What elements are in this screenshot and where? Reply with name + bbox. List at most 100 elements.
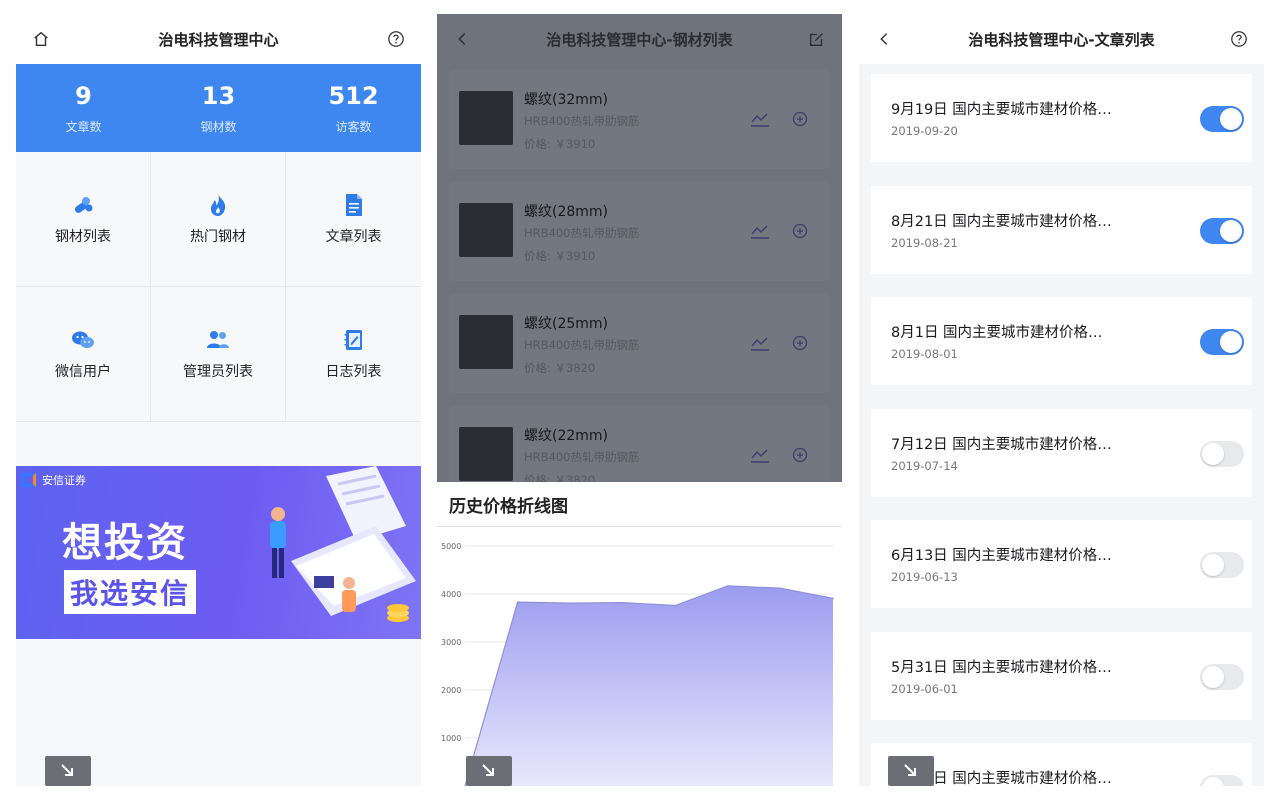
product-item[interactable]: 螺纹(25mm) HRB400热轧带肋钢筋 价格: ￥3820 [449, 293, 830, 393]
article-date: 2019-08-01 [891, 347, 958, 361]
data-point [621, 601, 624, 604]
publish-toggle[interactable] [1200, 664, 1244, 690]
article-title: 5月31日 国内主要城市建材价格… [891, 660, 1112, 676]
y-tick-label: 2000 [441, 686, 461, 695]
notebook-icon [344, 330, 362, 350]
back-icon[interactable] [453, 30, 471, 48]
product-item[interactable]: 螺纹(28mm) HRB400热轧带肋钢筋 价格: ￥3910 [449, 181, 830, 281]
edit-icon[interactable] [808, 30, 826, 48]
article-item[interactable]: 9月19日 国内主要城市建材价格… 2019-09-20 [871, 74, 1252, 162]
expand-button[interactable] [466, 756, 512, 786]
trend-chart-icon[interactable] [750, 335, 770, 351]
add-circle-icon[interactable] [792, 223, 808, 239]
document-icon [345, 194, 362, 216]
banner-headline: 想投资 [62, 520, 188, 566]
expand-button[interactable] [888, 756, 934, 786]
article-date: 2019-07-14 [891, 459, 958, 473]
menu-article-list[interactable]: 文章列表 [286, 152, 421, 287]
article-item[interactable]: 8月1日 国内主要城市建材价格… 2019-08-01 [871, 297, 1252, 385]
header: 治电科技管理中心-钢材列表 [437, 14, 842, 64]
article-item[interactable]: 8月21日 国内主要城市建材价格… 2019-08-21 [871, 186, 1252, 274]
article-title: 6月13日 国内主要城市建材价格… [891, 548, 1112, 564]
add-circle-icon[interactable] [792, 447, 808, 463]
product-item[interactable]: 螺纹(32mm) HRB400热轧带肋钢筋 价格: ￥3910 [449, 69, 830, 169]
product-thumbnail [459, 315, 513, 369]
menu-label: 微信用户 [55, 364, 111, 380]
stat-label: 文章数 [65, 119, 102, 134]
users-icon [207, 331, 229, 348]
ad-banner[interactable]: 安信证券 想投资 我选安信 [16, 466, 421, 639]
price-history-chart: 1000 2000 3000 4000 5000 [441, 542, 834, 786]
brand-name: 安信证券 [42, 474, 86, 487]
brand-logo: 安信证券 [22, 472, 86, 488]
article-item[interactable]: 5月31日 国内主要城市建材价格… 2019-06-01 [871, 632, 1252, 720]
menu-hot-steel[interactable]: 热门钢材 [151, 152, 286, 287]
back-icon[interactable] [875, 30, 893, 48]
product-spec: HRB400热轧带肋钢筋 [524, 338, 640, 352]
pills-icon [74, 197, 93, 213]
home-icon[interactable] [32, 30, 50, 48]
publish-toggle[interactable] [1200, 441, 1244, 467]
price-chart-sheet: 历史价格折线图 1000 2000 3000 4000 5000 [437, 482, 842, 786]
banner-subline: 我选安信 [64, 570, 197, 614]
product-price: 价格: ￥3820 [524, 361, 596, 375]
y-tick-label: 3000 [441, 638, 461, 647]
menu-grid: 钢材列表 热门钢材 文章列表 微信用户 管理员列表 日志列表 [16, 152, 421, 422]
product-price: 价格: ￥3910 [524, 137, 596, 151]
add-circle-icon[interactable] [792, 111, 808, 127]
product-price: 价格: ￥3910 [524, 249, 596, 263]
product-name: 螺纹(25mm) [524, 316, 609, 332]
trend-chart-icon[interactable] [750, 223, 770, 239]
product-name: 螺纹(22mm) [524, 428, 609, 444]
article-item[interactable]: 7月12日 国内主要城市建材价格… 2019-07-14 [871, 409, 1252, 497]
data-point [727, 585, 729, 587]
menu-admin-list[interactable]: 管理员列表 [151, 287, 286, 422]
stats-bar: 9 文章数 13 钢材数 512 访客数 [16, 64, 421, 152]
product-thumbnail [459, 427, 513, 481]
article-item[interactable]: 6月13日 国内主要城市建材价格… 2019-06-13 [871, 520, 1252, 608]
header: 治电科技管理中心 [16, 14, 421, 64]
stat-articles[interactable]: 9 文章数 [16, 64, 151, 152]
trend-chart-icon[interactable] [750, 447, 770, 463]
expand-arrow-icon [904, 764, 916, 776]
help-icon[interactable] [387, 30, 405, 48]
expand-arrow-icon [61, 764, 73, 776]
product-spec: HRB400热轧带肋钢筋 [524, 450, 640, 464]
steel-list-panel: 治电科技管理中心-钢材列表 螺纹(32mm) HRB400热轧带肋钢筋 价格: … [437, 14, 842, 786]
data-point [516, 601, 519, 603]
publish-toggle[interactable] [1200, 552, 1244, 578]
add-circle-icon[interactable] [792, 335, 808, 351]
menu-log-list[interactable]: 日志列表 [286, 287, 421, 422]
steel-list-dimmed: 治电科技管理中心-钢材列表 螺纹(32mm) HRB400热轧带肋钢筋 价格: … [437, 14, 842, 505]
spacer [16, 422, 421, 466]
stat-steel[interactable]: 13 钢材数 [151, 64, 286, 152]
chart-title: 历史价格折线图 [449, 497, 568, 517]
publish-toggle[interactable] [1200, 775, 1244, 786]
y-tick-label: 1000 [441, 734, 461, 743]
trend-chart-icon[interactable] [750, 111, 770, 127]
price-area [465, 585, 833, 786]
publish-toggle[interactable] [1200, 106, 1244, 132]
menu-wechat-users[interactable]: 微信用户 [16, 287, 151, 422]
menu-label: 热门钢材 [190, 229, 246, 245]
product-name: 螺纹(28mm) [524, 204, 609, 220]
stat-visitors[interactable]: 512 访客数 [286, 64, 421, 152]
article-date: 2019-06-13 [891, 570, 958, 584]
product-name: 螺纹(32mm) [524, 92, 609, 108]
page-title: 治电科技管理中心-文章列表 [968, 30, 1155, 49]
article-list: 9月19日 国内主要城市建材价格… 2019-09-20 8月21日 国内主要城… [859, 64, 1264, 786]
stat-value: 512 [328, 81, 379, 110]
product-spec: HRB400热轧带肋钢筋 [524, 226, 640, 240]
stat-label: 访客数 [335, 119, 372, 134]
expand-button[interactable] [45, 756, 91, 786]
menu-steel-list[interactable]: 钢材列表 [16, 152, 151, 287]
admin-home-panel: 治电科技管理中心 9 文章数 13 钢材数 512 访客数 钢材列表 热门钢材 … [16, 14, 421, 786]
publish-toggle[interactable] [1200, 329, 1244, 355]
article-title: 8月1日 国内主要城市建材价格… [891, 325, 1103, 341]
stat-value: 9 [75, 81, 92, 110]
menu-label: 文章列表 [325, 229, 382, 245]
help-icon[interactable] [1230, 30, 1248, 48]
publish-toggle[interactable] [1200, 218, 1244, 244]
laptop-illustration [270, 466, 416, 622]
data-point [569, 602, 571, 604]
